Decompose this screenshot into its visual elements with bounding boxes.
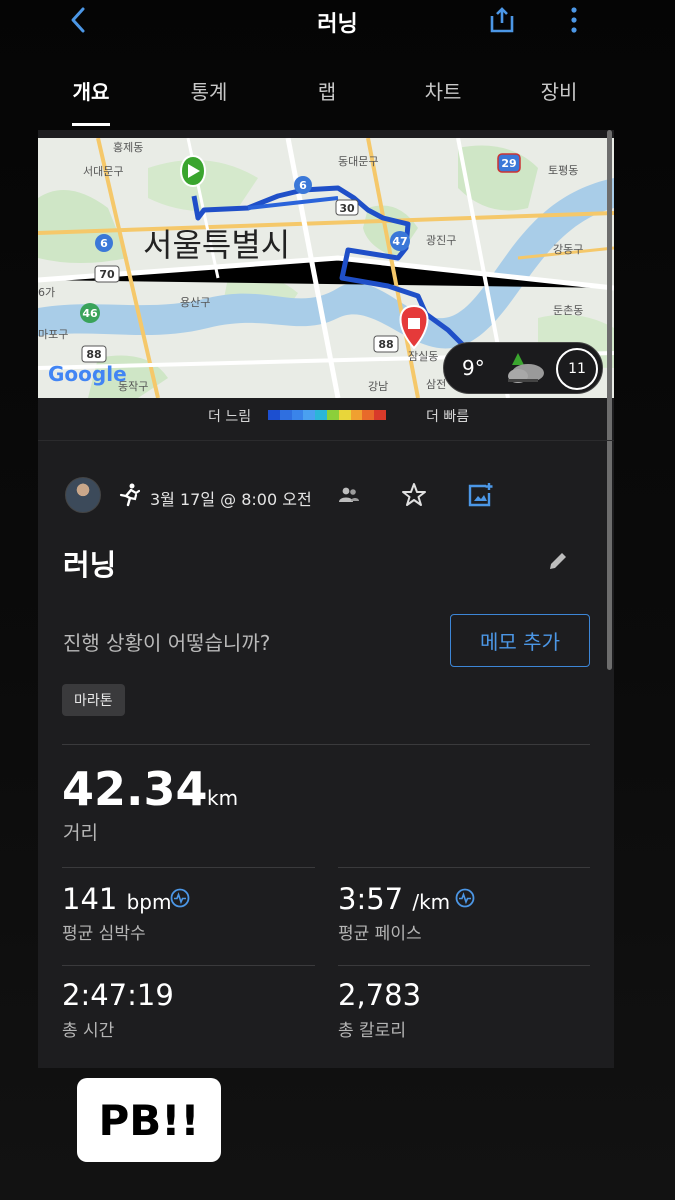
map-label: 광진구 [426, 234, 456, 247]
map-label: 잠실동 [408, 350, 438, 363]
heart-rate-stat: 141 bpm [62, 882, 171, 916]
map-city-label: 서울특별시 [143, 226, 290, 264]
edit-pencil-icon[interactable] [546, 549, 570, 573]
pace-stat: 3:57 /km [338, 882, 450, 916]
map-route-marker: 6 [100, 237, 108, 250]
activity-tag[interactable]: 마라톤 [62, 684, 125, 716]
map-label: 서대문구 [83, 165, 123, 178]
activity-meta: 3월 17일 @ 8:00 오전 [38, 473, 614, 519]
map-label: 홍제동 [113, 140, 143, 154]
divider [338, 965, 590, 966]
map-route-marker: 88 [378, 338, 393, 351]
route-map[interactable]: 6 30 47 6 70 46 88 88 29 홍제동 서대문구 동대문구 광… [38, 138, 614, 398]
map-label: 강남 [368, 380, 388, 393]
activity-date: 3월 17일 @ 8:00 오전 [150, 490, 312, 509]
map-label: 토평동 [548, 164, 578, 177]
weather-overlay: 9° 11 [443, 342, 603, 394]
wind-indicator: 11 [556, 348, 598, 390]
share-icon [490, 7, 514, 33]
tab-gear[interactable]: 장비 [506, 68, 612, 126]
tab-laps[interactable]: 랩 [274, 68, 380, 126]
total-time-label: 총 시간 [62, 1021, 115, 1041]
share-button[interactable] [486, 4, 518, 36]
weather-icon [508, 353, 544, 383]
map-route-marker: 6 [299, 179, 307, 192]
weather-temperature: 9° [462, 356, 485, 380]
map-route-marker: 29 [501, 157, 516, 170]
map-label: 동대문구 [338, 155, 378, 168]
pace-value: 3:57 [338, 882, 404, 916]
heart-rate-unit: bpm [126, 890, 172, 914]
distance-value: 42.34 [62, 762, 208, 816]
divider [62, 867, 315, 868]
heart-rate-value: 141 [62, 882, 118, 916]
add-memo-button[interactable]: 메모 추가 [450, 614, 590, 667]
google-logo: Google [48, 362, 127, 386]
divider [338, 867, 590, 868]
heart-rate-label: 평균 심박수 [62, 924, 146, 944]
pb-sticker: PB!! [77, 1078, 221, 1162]
divider [38, 440, 614, 441]
map-label: 용산구 [180, 296, 210, 309]
map-label: 강동구 [553, 243, 583, 256]
pace-legend-fast: 더 빠름 [426, 409, 470, 425]
star-icon[interactable] [400, 481, 428, 509]
map-route-marker: 46 [82, 307, 98, 320]
tab-bar: 개요 통계 랩 차트 장비 [38, 68, 614, 128]
add-photo-icon[interactable] [466, 481, 494, 509]
tab-charts[interactable]: 차트 [390, 68, 496, 126]
heart-rate-sensor-icon [170, 888, 190, 908]
map-route-marker: 30 [339, 202, 355, 215]
tab-overview[interactable]: 개요 [38, 68, 144, 126]
pace-sensor-icon [455, 888, 475, 908]
activity-panel: 6 30 47 6 70 46 88 88 29 홍제동 서대문구 동대문구 광… [38, 130, 614, 1068]
pace-label: 평균 페이스 [338, 924, 422, 944]
activity-title: 러닝 [63, 548, 117, 582]
start-marker [180, 154, 206, 188]
map-route-marker: 47 [392, 235, 407, 248]
people-icon[interactable] [338, 485, 360, 505]
pace-unit: /km [412, 890, 451, 914]
map-label: 둔촌동 [553, 304, 583, 317]
more-vertical-icon [571, 7, 577, 33]
active-tab-indicator [72, 123, 110, 126]
pace-legend-slow: 더 느림 [208, 409, 252, 425]
map-label: 6가 [38, 286, 55, 299]
map-label: 마포구 [38, 328, 68, 341]
distance-unit: km [207, 786, 239, 810]
divider [62, 965, 315, 966]
progress-question: 진행 상황이 어떻습니까? [63, 631, 271, 655]
tab-stats[interactable]: 통계 [156, 68, 262, 126]
running-icon [119, 483, 140, 507]
pace-color-scale [268, 410, 386, 420]
more-options-button[interactable] [558, 4, 590, 36]
distance-label: 거리 [63, 822, 98, 844]
map-label: 삼전 [426, 378, 446, 391]
map-route-marker: 70 [99, 268, 115, 281]
total-calories-label: 총 칼로리 [338, 1021, 406, 1041]
map-route-marker: 88 [86, 348, 101, 361]
top-bar: 러닝 [0, 0, 675, 44]
avatar[interactable] [65, 477, 101, 513]
total-calories-value: 2,783 [338, 978, 422, 1012]
pace-legend: 더 느림 더 빠름 [38, 400, 614, 430]
total-time-value: 2:47:19 [62, 978, 174, 1012]
divider [62, 744, 590, 745]
